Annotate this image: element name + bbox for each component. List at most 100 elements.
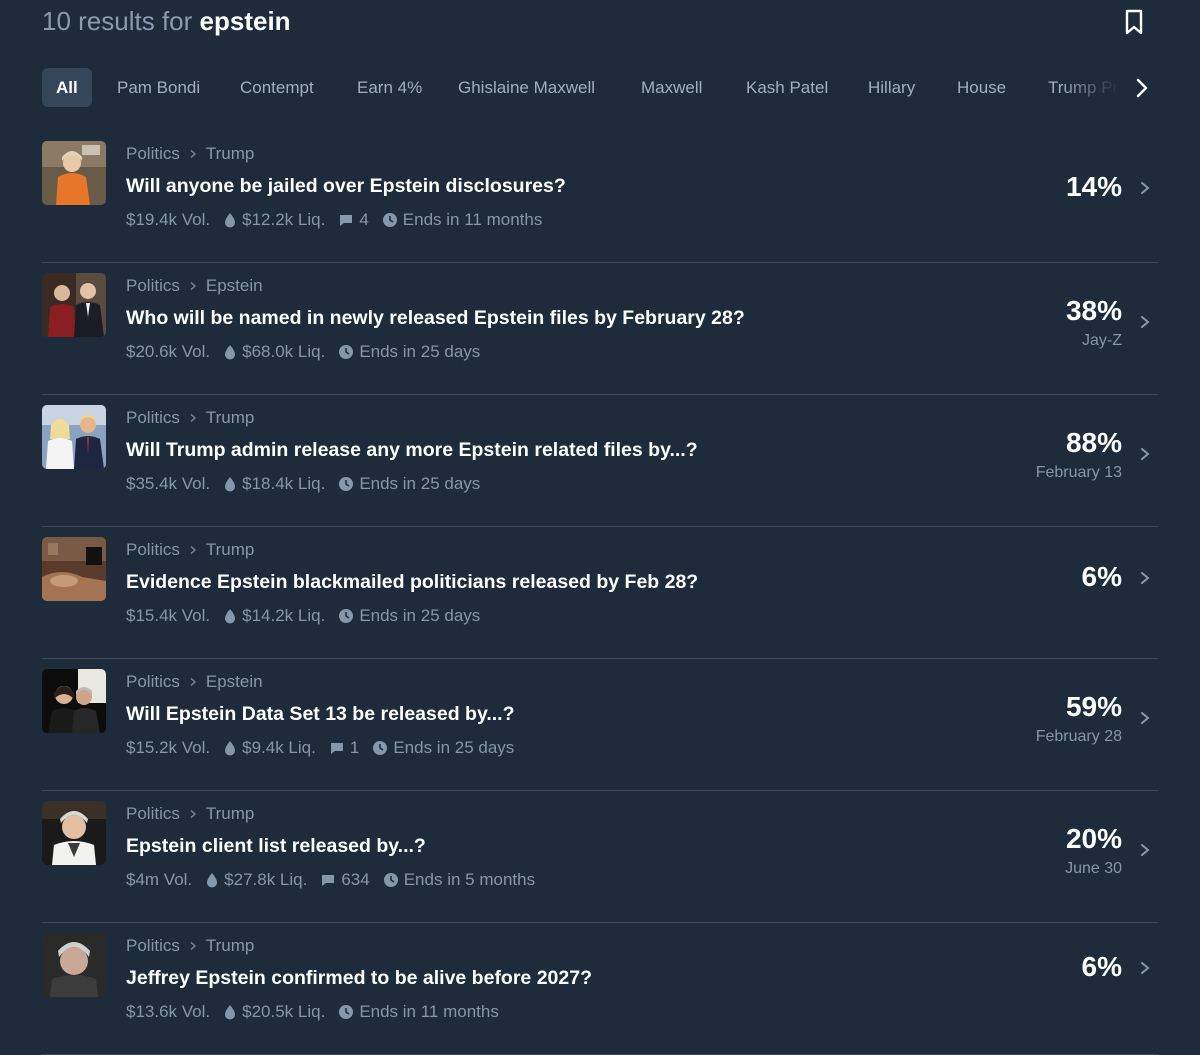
chip-pam-bondi[interactable]: Pam Bondi <box>117 68 200 107</box>
liquidity: $14.2k Liq. <box>242 606 326 625</box>
market-list: Politics Trump Will anyone be jailed ove… <box>42 131 1158 1055</box>
market-thumbnail <box>42 537 106 601</box>
droplet-icon <box>225 741 236 756</box>
chips-fade <box>1060 68 1130 108</box>
subcategory-link[interactable]: Trump <box>206 143 255 165</box>
clock-icon <box>339 345 354 359</box>
results-count-label: 10 results for <box>42 6 193 36</box>
market-title[interactable]: Who will be named in newly released Epst… <box>126 305 745 331</box>
comment-count[interactable]: 1 <box>350 737 359 759</box>
comment-count[interactable]: 4 <box>359 209 368 231</box>
market-row[interactable]: Politics Epstein Who will be named in ne… <box>42 263 1158 395</box>
subcategory-link[interactable]: Trump <box>206 803 255 825</box>
subcategory-link[interactable]: Epstein <box>206 275 263 297</box>
clock-icon <box>382 213 397 227</box>
chip-maxwell[interactable]: Maxwell <box>641 68 702 107</box>
market-percent: 38% <box>1065 295 1122 326</box>
liquidity: $20.5k Liq. <box>242 1002 326 1021</box>
category-link[interactable]: Politics <box>126 671 180 693</box>
chip-kash-patel[interactable]: Kash Patel <box>746 68 828 107</box>
category-link[interactable]: Politics <box>126 407 180 429</box>
volume: $15.2k Vol. <box>126 738 211 757</box>
end-date: Ends in 25 days <box>393 738 515 757</box>
category-link[interactable]: Politics <box>126 539 180 561</box>
market-thumbnail <box>42 405 106 469</box>
chip-ghislaine-maxwell[interactable]: Ghislaine Maxwell <box>458 68 595 107</box>
market-title[interactable]: Will Trump admin release any more Epstei… <box>126 437 698 463</box>
clock-icon <box>339 1005 354 1019</box>
chevron-right-icon[interactable] <box>1138 571 1152 585</box>
market-percent: 88% <box>1065 427 1122 458</box>
end-date: Ends in 25 days <box>359 606 481 625</box>
market-meta: $15.2k Vol. $9.4k Liq. 1 Ends in 25 days <box>126 737 527 759</box>
droplet-icon <box>225 345 236 360</box>
category-link[interactable]: Politics <box>126 803 180 825</box>
market-meta: $19.4k Vol. $12.2k Liq. 4 Ends in 11 mon… <box>126 209 555 231</box>
droplet-icon <box>207 873 218 888</box>
market-percent: 6% <box>1081 951 1122 982</box>
subcategory-link[interactable]: Epstein <box>206 671 263 693</box>
market-thumbnail <box>42 801 106 865</box>
category-link[interactable]: Politics <box>126 275 180 297</box>
market-meta: $4m Vol. $27.8k Liq. 634 Ends in 5 month… <box>126 869 548 891</box>
bookmark-icon[interactable] <box>1122 8 1146 36</box>
droplet-icon <box>225 1005 236 1020</box>
market-thumbnail <box>42 141 106 205</box>
chevron-right-icon[interactable] <box>1126 72 1158 104</box>
market-row[interactable]: Politics Trump Will anyone be jailed ove… <box>42 131 1158 263</box>
end-date: Ends in 25 days <box>359 342 481 361</box>
chevron-right-icon[interactable] <box>1138 447 1152 461</box>
market-title[interactable]: Epstein client list released by...? <box>126 833 426 859</box>
end-date: Ends in 5 months <box>403 870 536 889</box>
end-date: Ends in 11 months <box>402 210 543 229</box>
liquidity: $27.8k Liq. <box>224 870 308 889</box>
chip-house[interactable]: House <box>957 68 1006 107</box>
category-link[interactable]: Politics <box>126 143 180 165</box>
chip-contempt[interactable]: Contempt <box>240 68 314 107</box>
market-row[interactable]: Politics Epstein Will Epstein Data Set 1… <box>42 659 1158 791</box>
chip-earn-4[interactable]: Earn 4% <box>357 68 422 107</box>
market-title[interactable]: Jeffrey Epstein confirmed to be alive be… <box>126 965 592 991</box>
liquidity: $18.4k Liq. <box>242 474 326 493</box>
clock-icon <box>383 873 398 887</box>
clock-icon <box>339 609 354 623</box>
market-row[interactable]: Politics Trump Epstein client list relea… <box>42 791 1158 923</box>
chevron-right-icon[interactable] <box>1138 181 1152 195</box>
chevron-right-icon[interactable] <box>1138 961 1152 975</box>
comment-icon <box>340 215 353 226</box>
market-row[interactable]: Politics Trump Jeffrey Epstein confirmed… <box>42 923 1158 1055</box>
droplet-icon <box>225 477 236 492</box>
end-date: Ends in 11 months <box>359 1002 499 1021</box>
chevron-right-icon <box>190 545 196 555</box>
chevron-right-icon[interactable] <box>1138 315 1152 329</box>
market-title[interactable]: Evidence Epstein blackmailed politicians… <box>126 569 698 595</box>
market-thumbnail <box>42 933 106 997</box>
subcategory-link[interactable]: Trump <box>206 935 255 957</box>
chevron-right-icon[interactable] <box>1138 843 1152 857</box>
subcategory-link[interactable]: Trump <box>206 539 255 561</box>
market-title[interactable]: Will Epstein Data Set 13 be released by.… <box>126 701 515 727</box>
market-meta: $15.4k Vol. $14.2k Liq. Ends in 25 days <box>126 605 493 627</box>
chevron-right-icon[interactable] <box>1138 711 1152 725</box>
market-meta: $20.6k Vol. $68.0k Liq. Ends in 25 days <box>126 341 493 363</box>
droplet-icon <box>225 609 236 624</box>
market-percent: 14% <box>1065 171 1122 202</box>
breadcrumb: Politics Epstein <box>126 671 263 693</box>
market-meta: $13.6k Vol. $20.5k Liq. Ends in 11 month… <box>126 1001 512 1023</box>
chip-all[interactable]: All <box>42 68 92 107</box>
subcategory-link[interactable]: Trump <box>206 407 255 429</box>
volume: $20.6k Vol. <box>126 342 211 361</box>
volume: $19.4k Vol. <box>126 210 211 229</box>
comment-icon <box>330 743 343 754</box>
breadcrumb: Politics Trump <box>126 935 254 957</box>
category-link[interactable]: Politics <box>126 935 180 957</box>
market-row[interactable]: Politics Trump Evidence Epstein blackmai… <box>42 527 1158 659</box>
chip-hillary[interactable]: Hillary <box>868 68 915 107</box>
breadcrumb: Politics Epstein <box>126 275 263 297</box>
market-row[interactable]: Politics Trump Will Trump admin release … <box>42 395 1158 527</box>
market-title[interactable]: Will anyone be jailed over Epstein discl… <box>126 173 566 199</box>
liquidity: $9.4k Liq. <box>242 738 316 757</box>
comment-count[interactable]: 634 <box>341 869 369 891</box>
breadcrumb: Politics Trump <box>126 803 254 825</box>
chevron-right-icon <box>190 941 196 951</box>
